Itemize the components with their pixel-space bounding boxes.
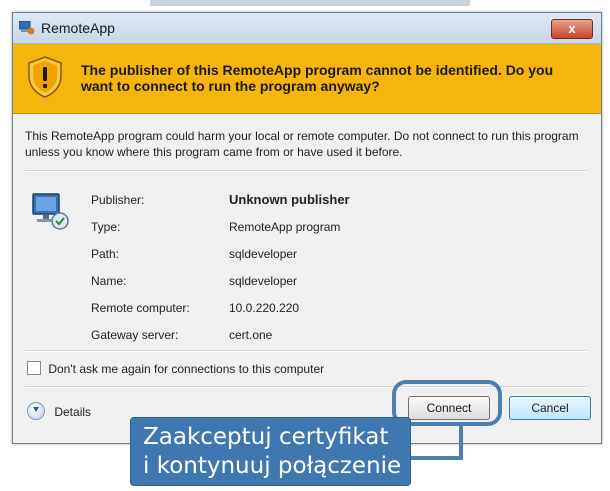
instruction-callout: Zaakceptuj certyfikat i kontynuuj połącz… [130,417,411,486]
warning-banner: The publisher of this RemoteApp program … [13,44,601,114]
close-icon: x [568,21,576,36]
close-button[interactable]: x [551,19,593,39]
detail-row-name: Name: sqldeveloper [91,267,350,294]
detail-value: sqldeveloper [229,246,298,261]
details-toggle[interactable]: Details [27,402,91,420]
detail-row-remote-computer: Remote computer: 10.0.220.220 [91,294,350,321]
details-chevron-icon[interactable] [27,402,45,420]
detail-row-path: Path: sqldeveloper [91,240,350,267]
detail-label: Path: [91,246,120,261]
details-label: Details [54,405,92,419]
detail-value: RemoteApp program [229,219,341,234]
callout-line-1: Zaakceptuj certyfikat [143,424,389,450]
cancel-button[interactable]: Cancel [509,396,591,420]
remoteapp-icon [19,21,35,35]
detail-value: Unknown publisher [229,192,350,207]
dont-ask-again-label: Don't ask me again for connections to th… [48,362,325,376]
detail-label: Name: [91,273,127,288]
separator-middle [25,350,589,352]
separator-bottom [25,386,589,388]
title-bar[interactable]: RemoteApp x [13,13,601,44]
detail-label: Type: [91,219,121,234]
detail-row-publisher: Publisher: Unknown publisher [91,186,350,213]
detail-label: Remote computer: [91,300,190,315]
detail-label: Publisher: [91,192,145,207]
dialog-content: This RemoteApp program could harm your l… [13,114,601,443]
dont-ask-again-checkbox[interactable] [27,361,41,375]
detail-row-gateway-server: Gateway server: cert.one [91,321,350,348]
dont-ask-again-option[interactable]: Don't ask me again for connections to th… [27,361,324,376]
separator-top [25,170,589,172]
shield-warning-icon [28,56,62,98]
warning-message: The publisher of this RemoteApp program … [81,62,554,94]
computer-icon [32,193,69,230]
callout-connector-horizontal [410,456,463,460]
detail-label: Gateway server: [91,327,179,342]
callout-line-2: i kontynuuj połączenie [143,453,402,479]
program-details: Publisher: Unknown publisher Type: Remot… [91,186,350,348]
detail-row-type: Type: RemoteApp program [91,213,350,240]
detail-value: sqldeveloper [229,273,298,288]
detail-value: 10.0.220.220 [229,300,300,315]
remoteapp-dialog: RemoteApp x The publisher of this Remote… [12,12,602,444]
background-window-edge [150,0,470,6]
detail-value: cert.one [229,327,273,342]
window-title: RemoteApp [41,20,115,36]
callout-connector [459,426,463,460]
security-description: This RemoteApp program could harm your l… [25,129,579,159]
